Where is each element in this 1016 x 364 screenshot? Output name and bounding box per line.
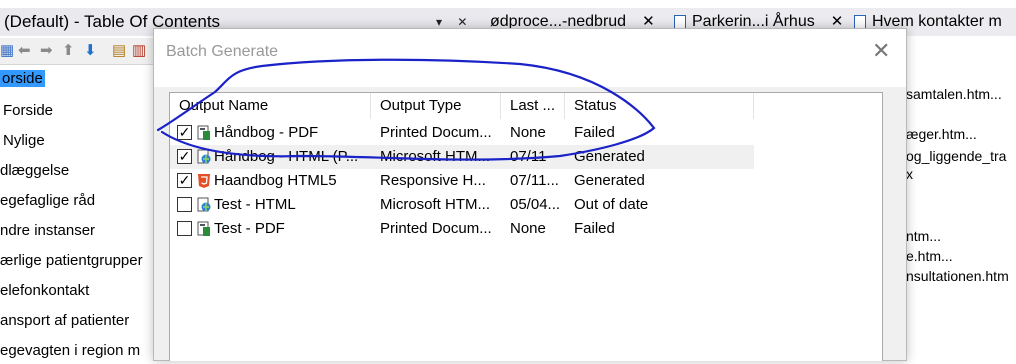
table-row[interactable]: ✓ Haandbog HTML5 Responsive H... 07/11..…: [170, 169, 754, 193]
output-name: Håndbog - HTML (P...: [214, 148, 359, 165]
row-checkbox[interactable]: ✓: [177, 125, 192, 140]
dialog-title: Batch Generate: [166, 43, 279, 60]
output-name: Haandbog HTML5: [214, 172, 337, 189]
output-type: Printed Docum...: [380, 124, 492, 141]
toc-item-label: Nylige: [3, 132, 45, 149]
table-row[interactable]: ✓ Håndbog - HTML (P... Microsoft HTM... …: [170, 145, 754, 169]
output-name: Test - HTML: [214, 196, 296, 213]
toc-item-label: Forside: [3, 102, 54, 119]
pdf-output-icon: [197, 125, 210, 140]
table-row[interactable]: Test - HTML Microsoft HTM... 05/04... Ou…: [170, 193, 754, 217]
toc-item[interactable]: egevagten i region m: [0, 338, 140, 364]
html-help-output-icon: [197, 149, 211, 164]
toc-item-label: elefonkontakt: [0, 282, 90, 299]
file-item[interactable]: x: [906, 166, 913, 182]
batch-generate-dialog: Batch Generate ✕ Output Name Output Type…: [153, 28, 907, 361]
last-generated: None: [510, 124, 546, 141]
toc-item[interactable]: Nylige: [3, 128, 45, 154]
last-generated: 07/11: [510, 148, 547, 165]
close-icon[interactable]: ✕: [872, 39, 890, 64]
arrow-left-icon[interactable]: ⬅: [18, 42, 31, 60]
row-checkbox[interactable]: [177, 221, 192, 236]
toc-item[interactable]: ansport af patienter: [0, 308, 129, 334]
file-item[interactable]: samtalen.htm...: [906, 86, 1002, 102]
column-header-output-type[interactable]: Output Type: [371, 93, 501, 119]
output-name: Håndbog - PDF: [214, 124, 319, 141]
output-type: Printed Docum...: [380, 220, 492, 237]
list-header: Output Name Output Type Last ... Status: [170, 93, 882, 119]
file-list-pane: samtalen.htm... æger.htm... og_liggende_…: [906, 64, 1016, 359]
table-row[interactable]: Test - PDF Printed Docum... None Failed: [170, 217, 754, 241]
column-header-output-name[interactable]: Output Name: [170, 93, 371, 119]
toc-book-red-icon[interactable]: ▥: [132, 42, 146, 60]
html5-output-icon: [198, 174, 210, 188]
pdf-output-icon: [197, 221, 210, 236]
table-row[interactable]: ✓ Håndbog - PDF Printed Docum... None Fa…: [170, 121, 754, 145]
row-checkbox[interactable]: ✓: [177, 149, 192, 164]
output-status: Failed: [574, 220, 615, 237]
toc-item-label: egevagten i region m: [0, 342, 141, 359]
row-checkbox[interactable]: [177, 197, 192, 212]
toc-item[interactable]: egefaglige råd: [0, 188, 95, 214]
file-item[interactable]: æger.htm...: [906, 126, 977, 142]
last-generated: None: [510, 220, 546, 237]
output-status: Out of date: [574, 196, 649, 213]
output-status: Generated: [574, 148, 645, 165]
grid-icon[interactable]: ▦: [0, 42, 14, 60]
toc-item-label: dlæggelse: [0, 162, 70, 179]
toc-item[interactable]: ndre instanser: [0, 218, 95, 244]
output-type: Microsoft HTM...: [380, 196, 491, 213]
file-item[interactable]: ntm...: [906, 228, 941, 244]
toc-item[interactable]: Forside: [3, 98, 53, 124]
toc-item-label: ansport af patienter: [0, 312, 130, 329]
column-header-last[interactable]: Last ...: [501, 93, 565, 119]
file-item[interactable]: e.htm...: [906, 248, 953, 264]
toc-item-label: ndre instanser: [0, 222, 96, 239]
toc-item-label: ærlige patientgrupper: [0, 252, 143, 269]
toc-item[interactable]: elefonkontakt: [0, 278, 89, 304]
toc-item[interactable]: ærlige patientgrupper: [0, 248, 143, 274]
output-name: Test - PDF: [214, 220, 285, 237]
output-status: Failed: [574, 124, 615, 141]
dialog-body: Output Name Output Type Last ... Status …: [154, 87, 906, 361]
toc-item-label: egefaglige råd: [0, 192, 96, 209]
last-generated: 07/11...: [510, 172, 559, 189]
output-type: Responsive H...: [380, 172, 486, 189]
output-type: Microsoft HTM...: [380, 148, 491, 165]
toc-item[interactable]: orside: [0, 66, 45, 92]
toc-item-label: orside: [0, 70, 45, 87]
arrow-right-icon[interactable]: ➡: [40, 42, 53, 60]
output-list[interactable]: Output Name Output Type Last ... Status …: [169, 92, 883, 361]
output-status: Generated: [574, 172, 645, 189]
toc-book-icon[interactable]: ▤: [112, 42, 126, 60]
html-help-output-icon: [197, 197, 211, 212]
arrow-up-icon[interactable]: ⬆: [62, 42, 75, 60]
last-generated: 05/04...: [510, 196, 561, 213]
column-header-status[interactable]: Status: [565, 93, 754, 119]
arrow-down-icon[interactable]: ⬇: [84, 42, 97, 60]
toc-item[interactable]: dlæggelse: [0, 158, 69, 184]
file-item[interactable]: og_liggende_tra: [906, 148, 1006, 164]
file-item[interactable]: nsultationen.htm: [906, 268, 1009, 284]
row-checkbox[interactable]: ✓: [177, 173, 192, 188]
